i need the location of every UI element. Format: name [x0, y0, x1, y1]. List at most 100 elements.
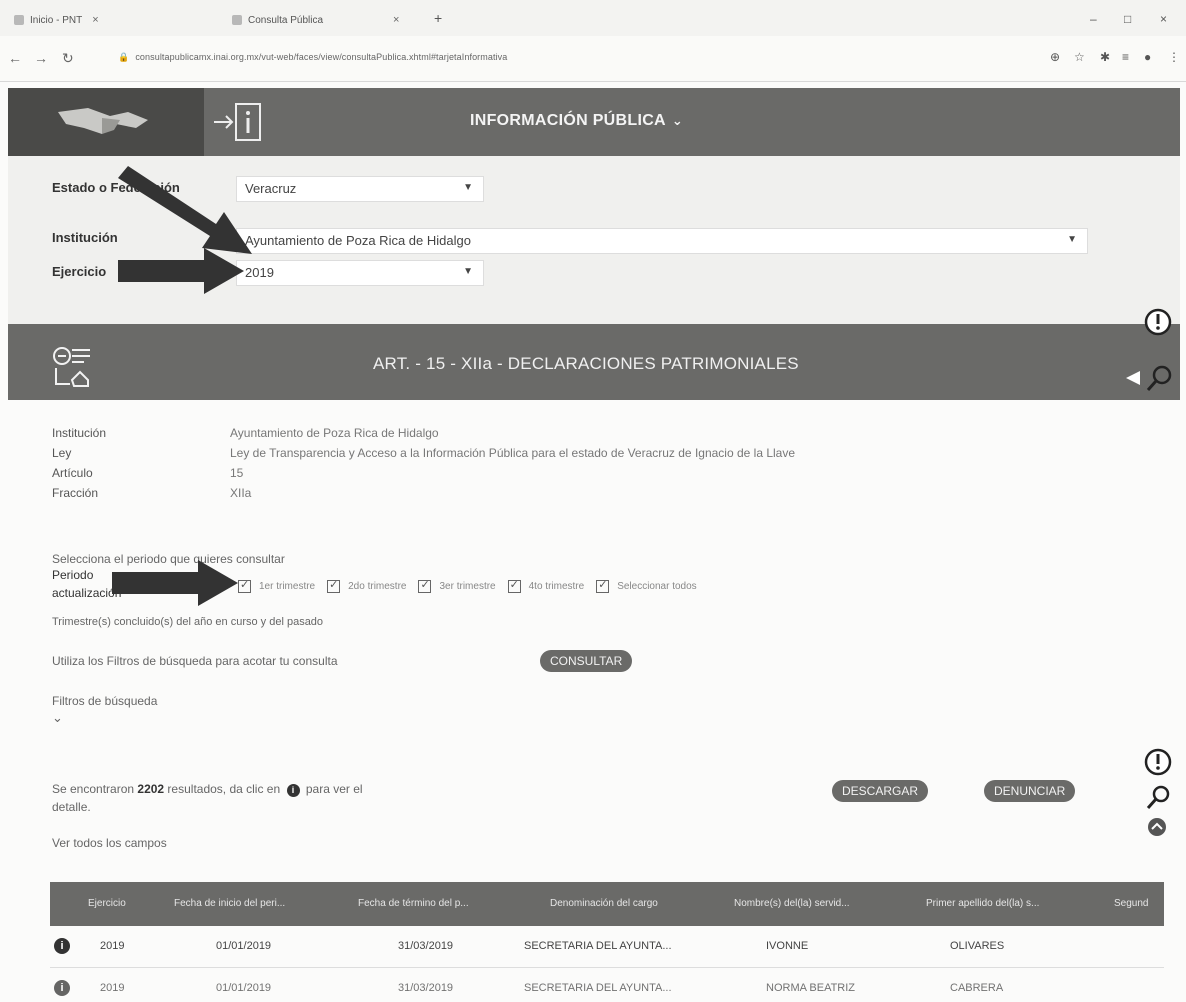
url-text: consultapublicamx.inai.org.mx/vut-web/fa…	[135, 52, 508, 62]
column-header[interactable]: Fecha de inicio del peri...	[174, 898, 314, 909]
alert-circle-icon	[1144, 748, 1172, 776]
ejercicio-value: 2019	[245, 265, 274, 280]
zoom-icon[interactable]: ⊕	[1050, 50, 1060, 64]
document-home-icon[interactable]	[50, 342, 96, 388]
institucion-label: Institución	[52, 230, 118, 245]
public-info-icon[interactable]	[212, 100, 268, 144]
table-row[interactable]: i 2019 01/01/2019 31/03/2019 SECRETARIA …	[50, 968, 1164, 1002]
results-count: 2202	[137, 782, 165, 796]
info-circle-icon[interactable]: i	[54, 938, 70, 954]
detail-institucion-value: Ayuntamiento de Poza Rica de Hidalgo	[230, 426, 439, 440]
filter-form: Estado o Federación Veracruz ▼ Instituci…	[8, 156, 1180, 324]
table-row[interactable]: i 2019 01/01/2019 31/03/2019 SECRETARIA …	[50, 926, 1164, 968]
site-header: INFORMACIÓN PÚBLICA ⌄	[8, 88, 1180, 156]
reload-icon[interactable]: ↻	[62, 50, 74, 67]
browser-tab-bar: Inicio - PNT × Consulta Pública × + – □ …	[0, 0, 1186, 36]
browser-tab[interactable]: Inicio - PNT ×	[14, 10, 99, 30]
ver-todos-link[interactable]: Ver todos los campos	[52, 836, 167, 850]
period-option-4[interactable]: 4to trimestre	[507, 578, 584, 593]
estado-select[interactable]: Veracruz ▼	[236, 176, 484, 202]
detail-ley-value: Ley de Transparencia y Acceso a la Infor…	[230, 446, 796, 460]
period-option-all[interactable]: Seleccionar todos	[596, 578, 697, 593]
header-menu[interactable]: INFORMACIÓN PÚBLICA ⌄	[470, 112, 683, 130]
detail-ley-label: Ley	[52, 446, 72, 460]
caret-down-icon: ▼	[463, 182, 473, 193]
tab-favicon-icon	[232, 15, 242, 25]
tab-favicon-icon	[14, 15, 24, 25]
wrench-icon	[1126, 365, 1172, 391]
info-circle-icon: i	[286, 784, 300, 797]
column-header[interactable]: Nombre(s) del(la) servid...	[734, 898, 884, 909]
column-header[interactable]: Primer apellido del(la) s...	[926, 898, 1086, 909]
back-icon[interactable]: ←	[8, 50, 22, 66]
checkbox-checked-icon[interactable]	[238, 578, 251, 593]
address-bar: ← → ↻ 🔒 consultapublicamx.inai.org.mx/vut…	[0, 36, 1186, 82]
period-option-2[interactable]: 2do trimestre	[327, 578, 406, 593]
reading-list-icon[interactable]: ≡	[1122, 50, 1129, 64]
ejercicio-select[interactable]: 2019 ▼	[236, 260, 484, 286]
menu-icon[interactable]: ⋮	[1168, 50, 1180, 64]
institucion-select[interactable]: Ayuntamiento de Poza Rica de Hidalgo ▼	[236, 228, 1088, 254]
detail-articulo-label: Artículo	[52, 466, 93, 480]
period-note: Trimestre(s) concluido(s) del año en cur…	[52, 616, 324, 628]
lock-icon: 🔒	[118, 52, 130, 62]
institucion-value: Ayuntamiento de Poza Rica de Hidalgo	[245, 233, 471, 248]
wrench-icon	[1146, 785, 1170, 809]
section-bar: ART. - 15 - XIIa - DECLARACIONES PATRIMO…	[8, 324, 1180, 400]
ejercicio-label: Ejercicio	[52, 264, 107, 279]
results-summary: Se encontraron 2202 resultados, da clic …	[52, 782, 363, 814]
filters-title[interactable]: Filtros de búsqueda	[52, 694, 157, 708]
checkbox-checked-icon[interactable]	[327, 578, 341, 593]
period-option-3[interactable]: 3er trimestre	[418, 578, 496, 593]
scroll-top-icon[interactable]	[1140, 810, 1174, 844]
tab-label: Inicio - PNT	[30, 14, 83, 26]
alert-icon[interactable]	[1136, 300, 1180, 344]
annotation-arrow-icon	[112, 560, 238, 606]
caret-down-icon: ▼	[463, 266, 473, 277]
new-tab-icon[interactable]: +	[434, 10, 442, 26]
column-header[interactable]: Fecha de término del p...	[358, 898, 498, 909]
arrow-up-circle-icon	[1148, 818, 1166, 836]
close-tab-icon[interactable]: ×	[393, 14, 399, 26]
section-title: ART. - 15 - XIIa - DECLARACIONES PATRIMO…	[373, 354, 799, 373]
maximize-icon[interactable]: □	[1124, 12, 1131, 26]
profile-icon[interactable]: ●	[1144, 50, 1151, 64]
tab-label: Consulta Pública	[248, 14, 324, 26]
annotation-arrow-icon	[118, 248, 244, 294]
window-close-icon[interactable]: ×	[1160, 12, 1167, 26]
detail-institucion-label: Institución	[52, 426, 107, 440]
logo-area[interactable]	[8, 88, 204, 156]
filter-hint: Utiliza los Filtros de búsqueda para aco…	[52, 654, 338, 668]
column-header[interactable]: Ejercicio	[88, 898, 126, 909]
column-header[interactable]: Segund	[1114, 898, 1164, 909]
alert-circle-icon	[1144, 308, 1172, 336]
chevron-down-icon[interactable]: ⌄	[52, 710, 63, 726]
browser-tab-active[interactable]: Consulta Pública ×	[232, 10, 399, 30]
logo-icon	[58, 108, 148, 134]
checkbox-checked-icon[interactable]	[596, 578, 610, 593]
extension-icon[interactable]: ✱	[1100, 50, 1110, 64]
caret-down-icon: ▼	[1067, 234, 1077, 245]
table-header: Ejercicio Fecha de inicio del peri... Fe…	[50, 882, 1164, 926]
period-option-1[interactable]: 1er trimestre	[238, 578, 315, 593]
close-tab-icon[interactable]: ×	[92, 14, 98, 26]
forward-icon[interactable]: →	[34, 50, 48, 66]
period-checkboxes: 1er trimestre 2do trimestre 3er trimestr…	[238, 578, 703, 593]
chevron-down-icon: ⌄	[671, 113, 684, 128]
detail-fraccion-label: Fracción	[52, 486, 99, 500]
bookmark-star-icon[interactable]: ☆	[1074, 50, 1085, 64]
url-field[interactable]: 🔒 consultapublicamx.inai.org.mx/vut-web/f…	[118, 52, 507, 63]
header-title: INFORMACIÓN PÚBLICA	[470, 112, 666, 129]
minimize-icon[interactable]: –	[1090, 12, 1097, 26]
tools-icon[interactable]	[1120, 356, 1180, 400]
checkbox-checked-icon[interactable]	[507, 578, 521, 593]
detail-articulo-value: 15	[230, 466, 244, 480]
checkbox-checked-icon[interactable]	[418, 578, 432, 593]
column-header[interactable]: Denominación del cargo	[550, 898, 710, 909]
consultar-button[interactable]: CONSULTAR	[540, 650, 633, 672]
denunciar-button[interactable]: DENUNCIAR	[984, 780, 1076, 802]
info-circle-icon[interactable]: i	[54, 980, 70, 996]
period-label: Periodo	[52, 568, 94, 582]
descargar-button[interactable]: DESCARGAR	[832, 780, 929, 802]
detail-fraccion-value: XIIa	[230, 486, 252, 500]
